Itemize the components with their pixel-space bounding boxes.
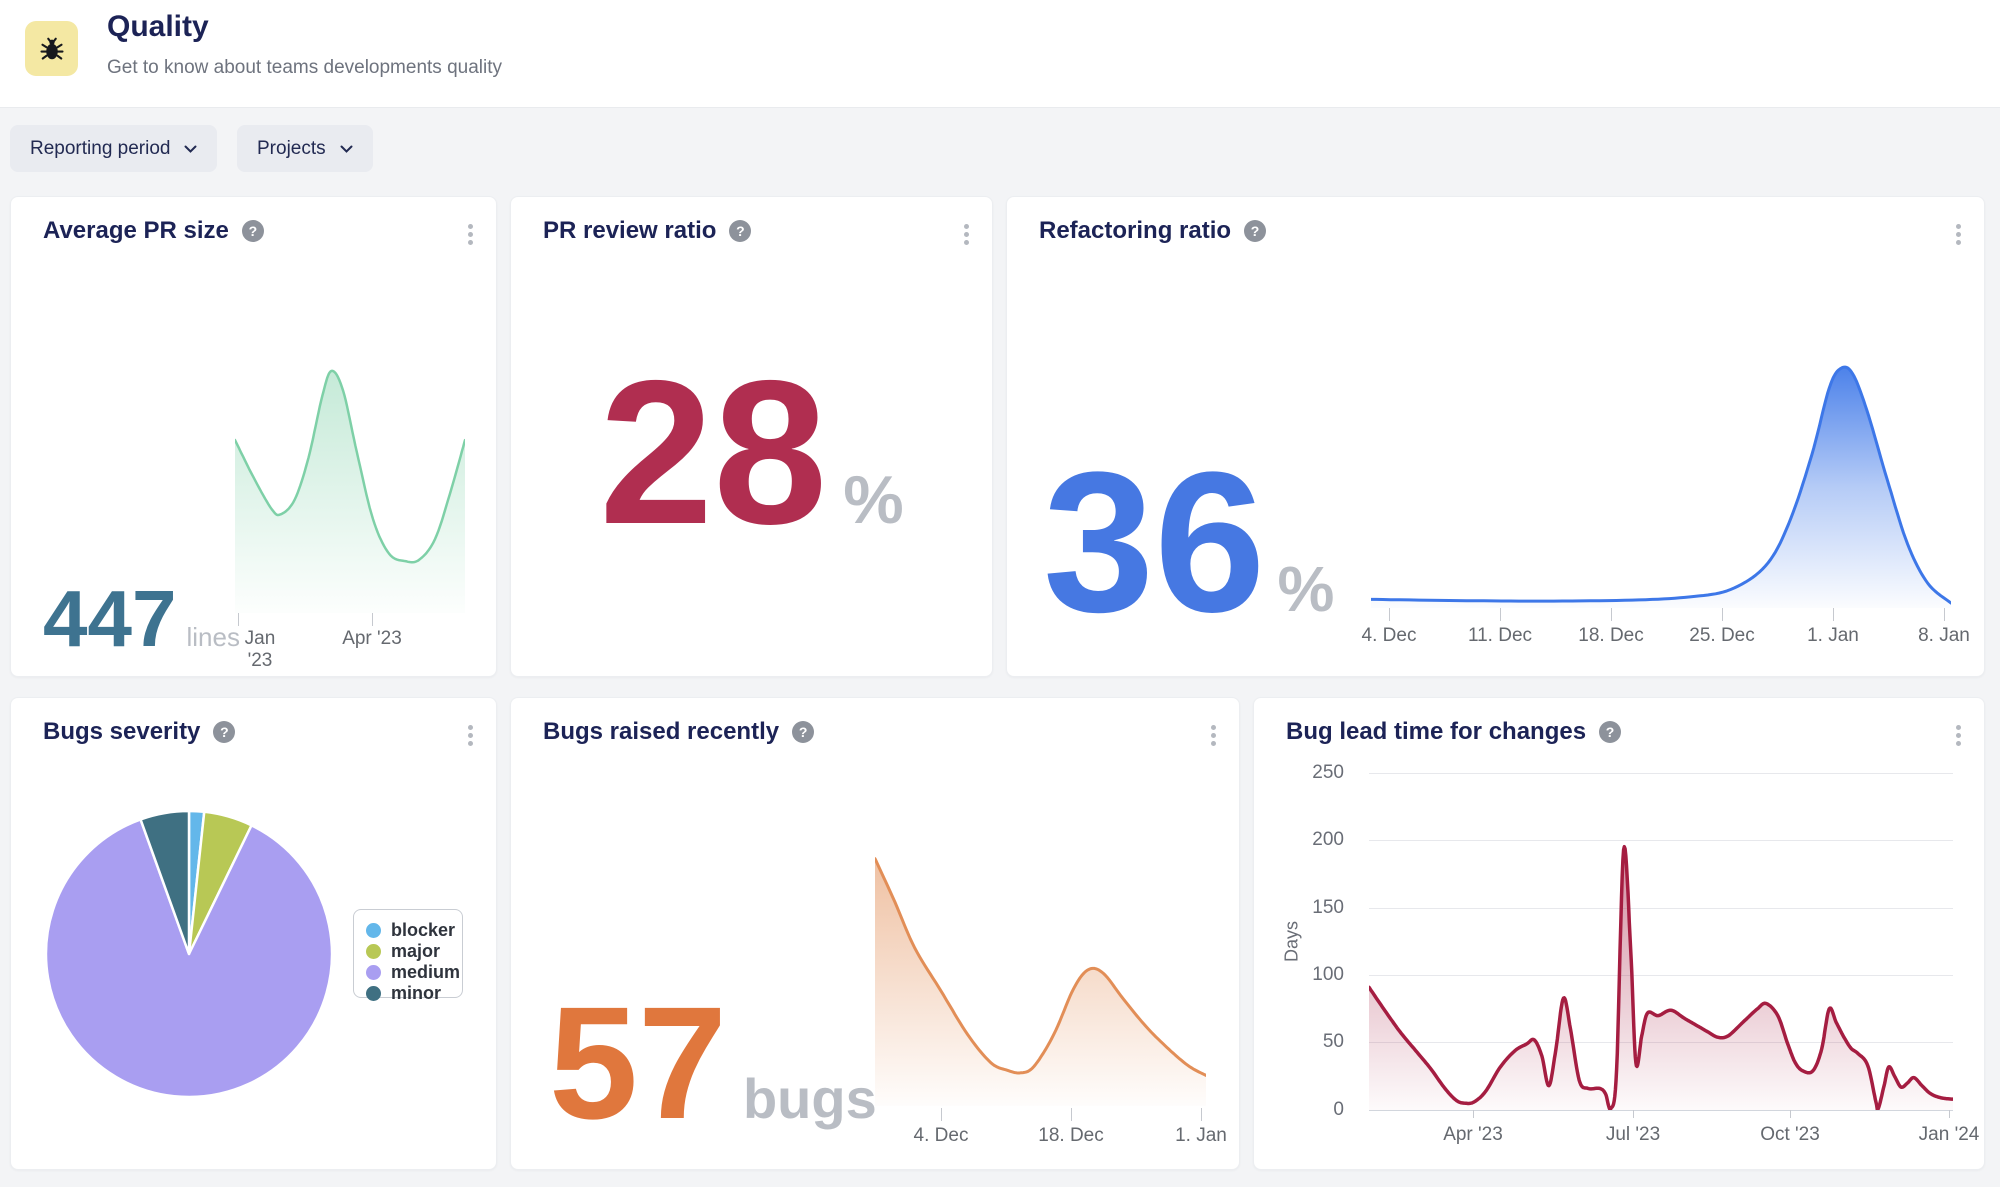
kebab-menu-icon[interactable] xyxy=(1953,722,1964,749)
kebab-menu-icon[interactable] xyxy=(1953,221,1964,248)
axis-tick xyxy=(1500,608,1501,621)
x-axis-label: Oct '23 xyxy=(1750,1124,1830,1146)
help-icon[interactable]: ? xyxy=(242,220,264,242)
projects-label: Projects xyxy=(257,138,326,160)
legend-item-major[interactable]: major xyxy=(366,941,450,962)
kebab-menu-icon[interactable] xyxy=(465,722,476,749)
card-title: Average PR size xyxy=(43,217,229,245)
refactoring-area-chart[interactable] xyxy=(1371,361,1951,608)
kebab-menu-icon[interactable] xyxy=(961,221,972,248)
quality-dashboard: Quality Get to know about teams developm… xyxy=(0,0,2000,1187)
y-axis-title: Days xyxy=(1282,902,1303,982)
metric-unit: % xyxy=(843,466,903,534)
help-icon[interactable]: ? xyxy=(213,721,235,743)
axis-tick xyxy=(1790,1110,1791,1118)
help-icon[interactable]: ? xyxy=(1244,220,1266,242)
card-title: Refactoring ratio xyxy=(1039,217,1231,245)
card-title: PR review ratio xyxy=(543,217,716,245)
metric-value: 447 xyxy=(43,579,176,659)
page-title: Quality xyxy=(107,10,209,44)
bug-icon xyxy=(25,21,78,76)
axis-tick xyxy=(1633,1110,1634,1118)
card-title: Bug lead time for changes xyxy=(1286,718,1586,746)
y-axis-label: 0 xyxy=(1284,1099,1344,1121)
axis-tick xyxy=(1389,608,1390,621)
y-axis-label: 50 xyxy=(1284,1031,1344,1053)
reporting-period-dropdown[interactable]: Reporting period xyxy=(10,125,217,172)
kebab-menu-icon[interactable] xyxy=(465,221,476,248)
axis-tick xyxy=(1473,1110,1474,1118)
card-refactoring-ratio: Refactoring ratio ? 4. Dec 11. Dec 18. D… xyxy=(1006,196,1985,677)
metric-unit: lines xyxy=(186,624,239,650)
legend-label: medium xyxy=(391,962,460,983)
help-icon[interactable]: ? xyxy=(792,721,814,743)
axis-tick xyxy=(1611,608,1612,621)
card-title: Bugs severity xyxy=(43,718,200,746)
x-axis-label: 25. Dec xyxy=(1687,625,1757,647)
legend-dot xyxy=(366,986,381,1001)
x-axis-label: Apr '23 xyxy=(1433,1124,1513,1146)
metric-unit: % xyxy=(1277,557,1334,621)
pie-legend: blocker major medium minor xyxy=(353,909,463,998)
legend-dot xyxy=(366,944,381,959)
chevron-down-icon xyxy=(184,145,197,153)
axis-tick xyxy=(1833,608,1834,621)
axis-tick xyxy=(1944,608,1945,621)
kebab-menu-icon[interactable] xyxy=(1208,722,1219,749)
axis-tick xyxy=(1201,1108,1202,1121)
bugs-severity-pie-chart[interactable] xyxy=(44,809,334,1099)
legend-item-minor[interactable]: minor xyxy=(366,983,450,1004)
legend-label: minor xyxy=(391,983,441,1004)
x-axis-label: 18. Dec xyxy=(1576,625,1646,647)
axis-tick xyxy=(1722,608,1723,621)
x-axis-label: 4. Dec xyxy=(1354,625,1424,647)
reporting-period-label: Reporting period xyxy=(30,138,170,160)
bugs-raised-area-chart[interactable] xyxy=(875,851,1206,1106)
card-bugs-severity: Bugs severity ? blocker major medium min… xyxy=(10,697,497,1170)
legend-item-blocker[interactable]: blocker xyxy=(366,920,450,941)
projects-dropdown[interactable]: Projects xyxy=(237,125,373,172)
y-axis-label: 250 xyxy=(1284,762,1344,784)
page-header: Quality Get to know about teams developm… xyxy=(0,0,2000,108)
x-axis-label: 18. Dec xyxy=(1031,1125,1111,1147)
bug-lead-time-line-chart[interactable] xyxy=(1369,773,1953,1110)
x-axis-label: Jan '24 xyxy=(1909,1124,1989,1146)
axis-tick xyxy=(1949,1110,1950,1118)
axis-tick xyxy=(941,1108,942,1121)
metric-value: 28 xyxy=(599,350,827,555)
legend-dot xyxy=(366,923,381,938)
x-axis-label: 4. Dec xyxy=(901,1125,981,1147)
chevron-down-icon xyxy=(340,145,353,153)
metric-unit: bugs xyxy=(743,1071,877,1127)
card-title: Bugs raised recently xyxy=(543,718,779,746)
axis-tick xyxy=(372,613,373,626)
x-axis-label: 8. Jan xyxy=(1909,625,1979,647)
metric-value: 36 xyxy=(1043,443,1265,643)
pr-size-area-chart[interactable] xyxy=(235,366,465,613)
card-bug-lead-time: Bug lead time for changes ? 250 200 150 … xyxy=(1253,697,1985,1170)
legend-dot xyxy=(366,965,381,980)
card-average-pr-size: Average PR size ? Jan '23 Apr '23 447 li… xyxy=(10,196,497,677)
x-axis-label: Jul '23 xyxy=(1593,1124,1673,1146)
axis-tick xyxy=(1071,1108,1072,1121)
help-icon[interactable]: ? xyxy=(1599,721,1621,743)
card-bugs-raised-recently: Bugs raised recently ? 4. Dec 18. Dec 1.… xyxy=(510,697,1240,1170)
page-subtitle: Get to know about teams developments qua… xyxy=(107,57,502,79)
x-axis-label: 11. Dec xyxy=(1465,625,1535,647)
legend-label: major xyxy=(391,941,440,962)
card-pr-review-ratio: PR review ratio ? 28 % xyxy=(510,196,993,677)
metric-value: 57 xyxy=(549,983,727,1143)
legend-label: blocker xyxy=(391,920,455,941)
x-axis-line xyxy=(1369,1110,1953,1111)
y-axis-label: 200 xyxy=(1284,829,1344,851)
x-axis-label: Apr '23 xyxy=(342,628,402,650)
legend-item-medium[interactable]: medium xyxy=(366,962,450,983)
x-axis-label: 1. Jan xyxy=(1798,625,1868,647)
x-axis-label: 1. Jan xyxy=(1161,1125,1241,1147)
help-icon[interactable]: ? xyxy=(729,220,751,242)
